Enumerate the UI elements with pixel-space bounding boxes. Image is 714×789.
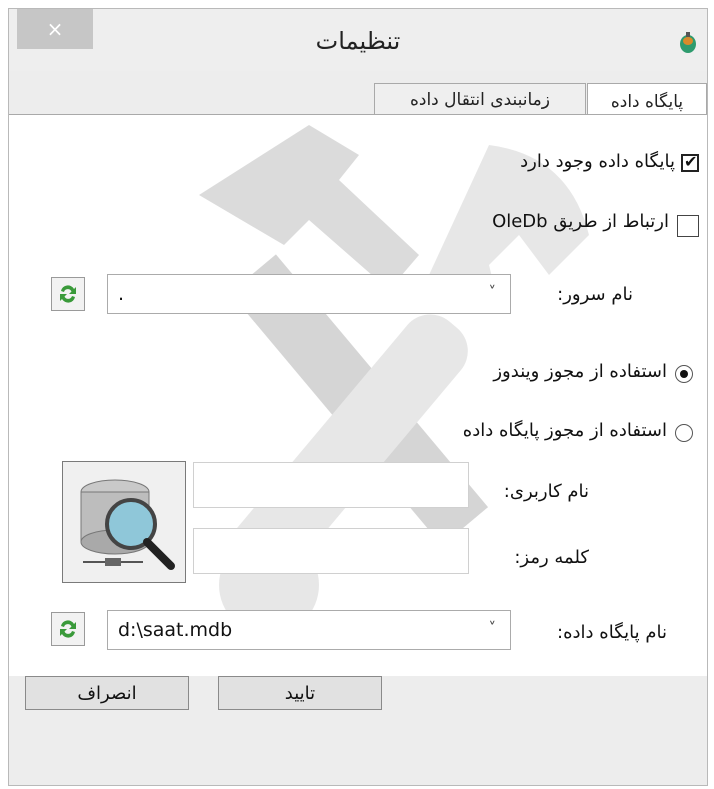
auth-db-label: استفاده از مجوز پایگاه داده: [462, 420, 667, 441]
database-search-icon: [80, 479, 175, 570]
ok-button[interactable]: تایید: [218, 676, 382, 710]
dialog-footer: انصراف تایید: [9, 676, 707, 785]
password-label: کلمه رمز:: [514, 547, 589, 568]
server-combobox[interactable]: . ˅: [107, 274, 511, 314]
refresh-icon: [60, 620, 76, 638]
refresh-icon: [60, 285, 76, 303]
window-title: تنظیمات: [315, 27, 401, 55]
dbname-combobox[interactable]: d:\saat.mdb ˅: [107, 610, 511, 650]
tab-transfer-schedule[interactable]: زمانبندی انتقال داده: [374, 83, 586, 115]
oledb-label: ارتباط از طریق OleDb: [492, 211, 669, 232]
oledb-checkbox[interactable]: [677, 215, 699, 237]
settings-window: × تنظیمات پایگاه داده زمانبندی انتقال دا…: [8, 8, 708, 786]
app-icon: [680, 32, 696, 53]
cancel-button[interactable]: انصراف: [25, 676, 189, 710]
username-field[interactable]: [193, 462, 469, 508]
username-label: نام کاربری:: [503, 481, 589, 502]
chevron-down-icon[interactable]: ˅: [489, 619, 497, 637]
server-label: نام سرور:: [557, 284, 633, 305]
db-exists-checkbox[interactable]: [681, 152, 699, 172]
server-refresh-button[interactable]: [51, 277, 85, 311]
password-field[interactable]: [193, 528, 469, 574]
chevron-down-icon[interactable]: ˅: [489, 283, 497, 301]
database-search-image-button[interactable]: [62, 461, 186, 583]
database-settings-panel: پایگاه داده وجود دارد ارتباط از طریق Ole…: [9, 114, 707, 677]
db-exists-label: پایگاه داده وجود دارد: [520, 151, 675, 172]
dbname-refresh-button[interactable]: [51, 612, 85, 646]
dbname-value: d:\saat.mdb: [118, 619, 233, 641]
title-bar: × تنظیمات: [9, 9, 707, 71]
auth-windows-label: استفاده از مجوز ویندوز: [493, 361, 667, 382]
auth-windows-radio[interactable]: [675, 365, 693, 383]
auth-db-radio[interactable]: [675, 424, 693, 442]
server-value: .: [118, 283, 125, 305]
dbname-label: نام پایگاه داده:: [557, 622, 667, 643]
